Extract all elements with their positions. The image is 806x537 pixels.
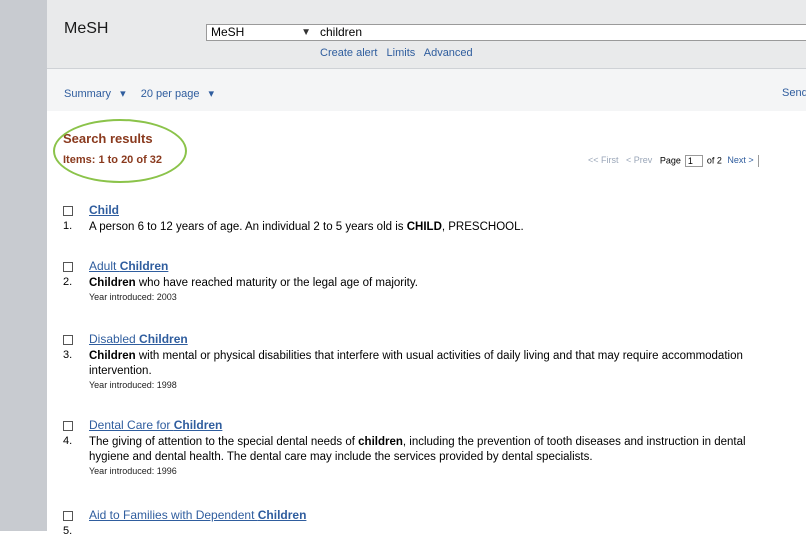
left-gutter: [0, 0, 47, 531]
result-checkbox[interactable]: [63, 421, 73, 431]
year-introduced: Year introduced: 2003: [89, 292, 177, 302]
result-title-link[interactable]: Disabled Children: [89, 332, 188, 346]
result-description: Children who have reached maturity or th…: [89, 277, 418, 289]
result-number: 5.: [63, 525, 73, 537]
advanced-link[interactable]: Advanced: [424, 47, 473, 59]
annotation-ellipse: [53, 119, 187, 183]
database-select[interactable]: MeSH ▼: [206, 24, 316, 41]
display-settings: Summary ▾ 20 per page ▾: [64, 87, 226, 100]
page-label: Page: [659, 155, 681, 166]
chevron-down-icon: ▼: [301, 27, 311, 38]
display-toolbar: Summary ▾ 20 per page ▾ Send: [47, 69, 806, 111]
result-description: Children with mental or physical disabil…: [89, 350, 743, 362]
result-checkbox[interactable]: [63, 335, 73, 345]
search-input[interactable]: children: [315, 24, 806, 41]
result-title-link[interactable]: Aid to Families with Dependent Children: [89, 508, 306, 522]
per-page-dropdown[interactable]: 20 per page ▾: [141, 88, 220, 100]
send-to-link[interactable]: Send: [782, 87, 806, 99]
year-introduced: Year introduced: 1998: [89, 380, 177, 390]
caret-down-icon: ▾: [120, 88, 126, 100]
summary-label: Summary: [64, 88, 112, 100]
limits-link[interactable]: Limits: [387, 47, 416, 59]
summary-format-dropdown[interactable]: Summary ▾: [64, 88, 132, 100]
page-count: of 2: [706, 155, 722, 166]
result-description: A person 6 to 12 years of age. An indivi…: [89, 221, 524, 233]
caret-down-icon: ▾: [208, 88, 215, 100]
page-number-input[interactable]: 1: [684, 155, 703, 167]
database-title: MeSH: [64, 20, 109, 37]
result-checkbox[interactable]: [63, 511, 73, 521]
result-title-link[interactable]: Adult Children: [89, 259, 168, 273]
search-header: MeSH MeSH ▼ children Create alert Limits…: [47, 0, 806, 69]
result-description: The giving of attention to the special d…: [89, 436, 746, 448]
result-description: hygiene and dental health. The dental ca…: [89, 451, 593, 463]
result-title-link[interactable]: Dental Care for Children: [89, 418, 222, 432]
per-page-label: 20 per page: [140, 88, 200, 100]
result-number: 4.: [63, 435, 73, 447]
result-checkbox[interactable]: [63, 262, 73, 272]
first-page-link[interactable]: << First: [588, 155, 619, 165]
result-number: 3.: [63, 349, 73, 361]
database-select-value: MeSH: [211, 25, 245, 39]
year-introduced: Year introduced: 1996: [89, 466, 177, 476]
result-checkbox[interactable]: [63, 206, 73, 216]
prev-page-link[interactable]: < Prev: [626, 155, 652, 165]
result-number: 1.: [63, 220, 73, 232]
create-alert-link[interactable]: Create alert: [320, 47, 377, 59]
last-page-link-edge[interactable]: [757, 155, 765, 167]
search-links: Create alert Limits Advanced: [320, 47, 479, 59]
result-number: 2.: [63, 276, 73, 288]
pagination: << First < Prev Page 1 of 2 Next >: [588, 155, 765, 167]
next-page-link[interactable]: Next >: [727, 155, 753, 165]
result-title-link[interactable]: Child: [89, 203, 119, 217]
result-description: intervention.: [89, 365, 152, 377]
